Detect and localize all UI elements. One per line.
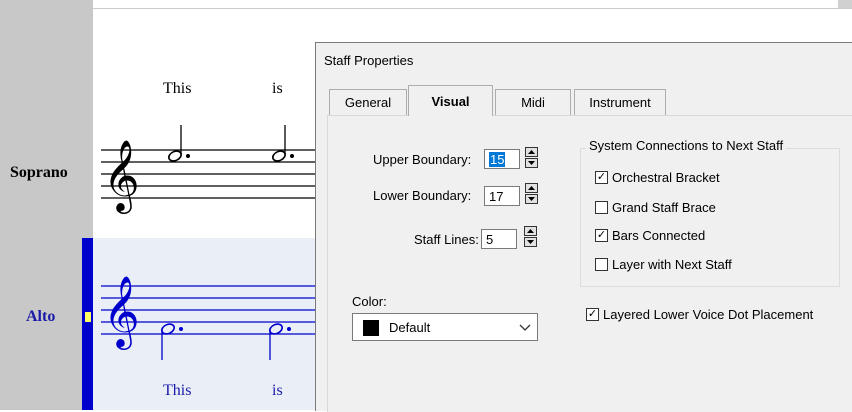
spin-up-icon[interactable] — [525, 183, 538, 193]
color-swatch — [363, 320, 379, 336]
spin-up-icon[interactable] — [525, 147, 538, 157]
staff-name-alto: Alto — [26, 308, 56, 325]
alto-selection-bar — [82, 238, 93, 410]
tab-instrument[interactable]: Instrument — [574, 89, 666, 115]
layer-with-next-staff-checkbox[interactable]: Layer with Next Staff — [595, 257, 732, 272]
spin-up-icon[interactable] — [524, 226, 537, 236]
spin-down-icon[interactable] — [525, 158, 538, 168]
color-dropdown[interactable]: Default — [352, 313, 538, 341]
soprano-note-1 — [168, 125, 190, 162]
lower-boundary-spinner[interactable] — [525, 183, 540, 207]
staff-lines-label: Staff Lines: — [414, 232, 479, 247]
system-connections-title: System Connections to Next Staff — [586, 138, 787, 153]
checkbox-checked-icon[interactable]: ✓ — [595, 229, 608, 242]
staff-lines-input[interactable]: 5 — [481, 229, 517, 249]
staff-name-gutter — [0, 0, 93, 410]
tab-visual[interactable]: Visual — [408, 85, 493, 116]
checkbox-unchecked-icon[interactable] — [595, 201, 608, 214]
spin-down-icon[interactable] — [524, 237, 537, 247]
lyric-soprano-2: is — [272, 80, 283, 97]
scrollbar-corner — [838, 0, 852, 8]
tab-general[interactable]: General — [329, 89, 407, 115]
orchestral-bracket-checkbox[interactable]: ✓ Orchestral Bracket — [595, 170, 720, 185]
staff-properties-dialog: Staff Properties General Visual Midi Ins… — [315, 42, 852, 412]
layered-lower-voice-dot-checkbox[interactable]: ✓ Layered Lower Voice Dot Placement — [586, 307, 813, 322]
tab-midi[interactable]: Midi — [495, 89, 571, 115]
bars-connected-checkbox[interactable]: ✓ Bars Connected — [595, 228, 705, 243]
treble-clef-icon: 𝄞 — [103, 138, 140, 214]
checkbox-checked-icon[interactable]: ✓ — [586, 308, 599, 321]
staff-name-soprano: Soprano — [10, 164, 68, 181]
alto-note-2 — [269, 323, 291, 360]
top-ruler — [93, 0, 852, 9]
color-label: Color: — [352, 294, 387, 309]
color-value: Default — [389, 320, 431, 335]
soprano-note-2 — [272, 125, 294, 162]
checkbox-unchecked-icon[interactable] — [595, 258, 608, 271]
chevron-down-icon — [519, 324, 531, 331]
staff-lines-spinner[interactable] — [524, 226, 539, 250]
lower-boundary-input[interactable]: 17 — [484, 186, 520, 206]
spin-down-icon[interactable] — [525, 194, 538, 204]
treble-clef-icon: 𝄞 — [103, 274, 140, 350]
upper-boundary-input[interactable]: 15 — [484, 149, 520, 169]
lyric-soprano-1: This — [163, 80, 192, 97]
alto-note-1 — [161, 323, 183, 360]
upper-boundary-spinner[interactable] — [525, 147, 540, 171]
lower-boundary-label: Lower Boundary: — [373, 188, 472, 203]
checkbox-checked-icon[interactable]: ✓ — [595, 171, 608, 184]
upper-boundary-label: Upper Boundary: — [373, 152, 472, 167]
grand-staff-brace-checkbox[interactable]: Grand Staff Brace — [595, 200, 716, 215]
music-notation: 𝄞 𝄞 — [101, 125, 315, 360]
alto-selection-marker — [85, 312, 91, 322]
dialog-title: Staff Properties — [324, 53, 414, 68]
